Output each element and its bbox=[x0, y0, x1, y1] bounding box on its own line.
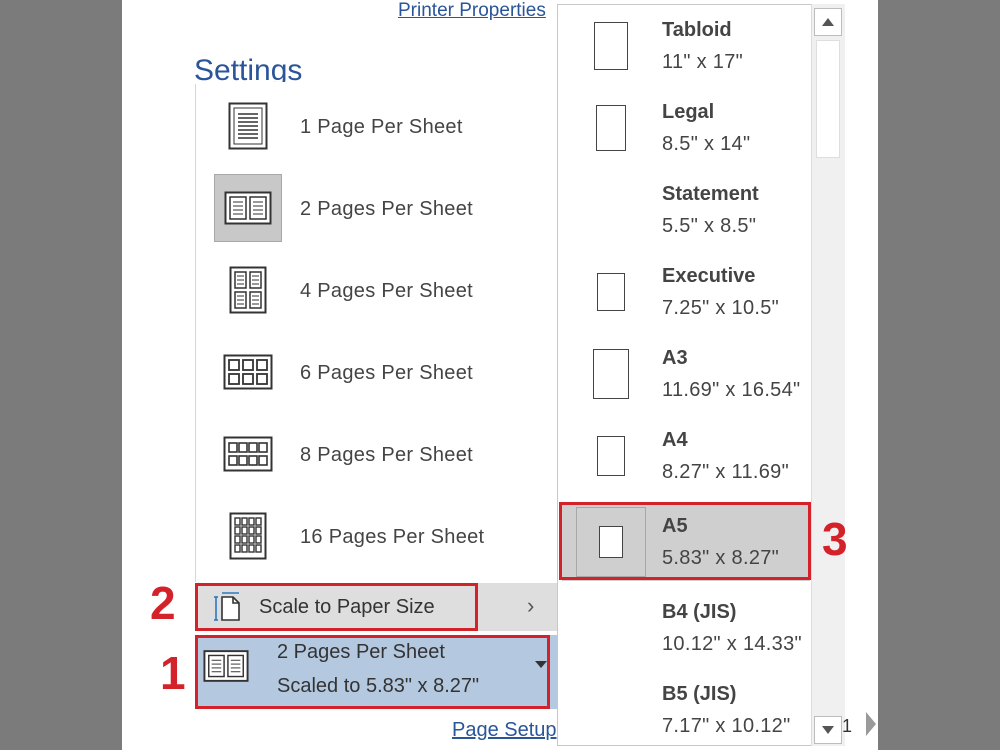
paper-dimensions: 8.27" x 11.69" bbox=[662, 461, 790, 483]
paper-name: Executive bbox=[662, 265, 756, 287]
paper-name: Statement bbox=[662, 183, 759, 205]
sixteen-pages-icon bbox=[214, 502, 282, 570]
menu-item-1-page-per-sheet[interactable]: 1 Page Per Sheet bbox=[196, 86, 558, 168]
paper-name: Legal bbox=[662, 101, 715, 123]
menu-item-16-pages-per-sheet[interactable]: 16 Pages Per Sheet bbox=[196, 496, 558, 578]
paper-name: A3 bbox=[662, 347, 688, 369]
scroll-down-button[interactable] bbox=[814, 716, 842, 744]
scrollbar-thumb[interactable] bbox=[816, 40, 840, 158]
paper-name: B4 (JIS) bbox=[662, 601, 737, 623]
paper-name: Tabloid bbox=[662, 19, 732, 41]
paper-name: B5 (JIS) bbox=[662, 683, 737, 705]
tabloid-page-icon bbox=[576, 9, 646, 83]
highlight-box-pages-per-sheet bbox=[195, 635, 550, 709]
legal-page-icon bbox=[576, 91, 646, 165]
paper-dimensions: 5.5" x 8.5" bbox=[662, 215, 757, 237]
scroll-up-button[interactable] bbox=[814, 8, 842, 36]
two-pages-icon bbox=[214, 174, 282, 242]
eight-pages-icon bbox=[214, 420, 282, 488]
paper-size-menu: Tabloid 11" x 17" Legal 8.5" x 14" State… bbox=[557, 4, 845, 746]
paper-item-b4-jis[interactable]: B4 (JIS) 10.12" x 14.33" bbox=[558, 587, 812, 669]
a3-page-icon bbox=[576, 337, 646, 411]
paper-item-statement[interactable]: Statement 5.5" x 8.5" bbox=[558, 169, 812, 251]
paper-item-b5-jis[interactable]: B5 (JIS) 7.17" x 10.12" bbox=[558, 669, 812, 745]
executive-page-icon bbox=[576, 255, 646, 329]
paper-dimensions: 11.69" x 16.54" bbox=[662, 379, 801, 401]
step-number-1: 1 bbox=[160, 647, 186, 699]
highlight-box-a5 bbox=[559, 502, 811, 580]
step-number-2: 2 bbox=[150, 577, 176, 629]
menu-item-label: 2 Pages Per Sheet bbox=[300, 198, 473, 220]
menu-item-6-pages-per-sheet[interactable]: 6 Pages Per Sheet bbox=[196, 332, 558, 414]
menu-item-label: 8 Pages Per Sheet bbox=[300, 444, 473, 466]
statement-page-icon bbox=[576, 173, 646, 247]
menu-item-label: 4 Pages Per Sheet bbox=[300, 280, 473, 302]
left-frame bbox=[0, 0, 122, 750]
menu-item-4-pages-per-sheet[interactable]: 4 Pages Per Sheet bbox=[196, 250, 558, 332]
paper-item-a3[interactable]: A3 11.69" x 16.54" bbox=[558, 333, 812, 415]
right-frame bbox=[878, 0, 1000, 750]
four-pages-icon bbox=[214, 256, 282, 324]
one-page-icon bbox=[214, 92, 282, 160]
menu-item-8-pages-per-sheet[interactable]: 8 Pages Per Sheet bbox=[196, 414, 558, 496]
paper-item-tabloid[interactable]: Tabloid 11" x 17" bbox=[558, 5, 812, 87]
b5-page-icon bbox=[576, 673, 646, 745]
menu-item-label: 6 Pages Per Sheet bbox=[300, 362, 473, 384]
paper-dimensions: 8.5" x 14" bbox=[662, 133, 751, 155]
b4-page-icon bbox=[576, 591, 646, 665]
settings-title: Settings bbox=[194, 54, 303, 82]
a4-page-icon bbox=[576, 419, 646, 493]
paper-dimensions: 7.25" x 10.5" bbox=[662, 297, 780, 319]
pages-per-sheet-menu: 1 Page Per Sheet 2 Pages Per Sheet 4 Pag… bbox=[195, 84, 557, 582]
paper-dimensions: 10.12" x 14.33" bbox=[662, 633, 802, 655]
arrow-up-icon bbox=[822, 18, 834, 26]
chevron-right-icon: › bbox=[527, 593, 535, 618]
paper-name: A4 bbox=[662, 429, 688, 451]
page-number: 1 bbox=[842, 716, 853, 736]
next-page-icon[interactable] bbox=[866, 712, 876, 736]
menu-item-label: 16 Pages Per Sheet bbox=[300, 526, 485, 548]
highlight-box-scale-to-paper-size bbox=[195, 583, 478, 631]
paper-item-legal[interactable]: Legal 8.5" x 14" bbox=[558, 87, 812, 169]
printer-properties-link[interactable]: Printer Properties bbox=[398, 0, 546, 22]
six-pages-icon bbox=[214, 338, 282, 406]
paper-dimensions: 11" x 17" bbox=[662, 51, 744, 73]
menu-item-label: 1 Page Per Sheet bbox=[300, 116, 463, 138]
step-number-3: 3 bbox=[822, 513, 848, 565]
menu-item-2-pages-per-sheet[interactable]: 2 Pages Per Sheet bbox=[196, 168, 558, 250]
paper-dimensions: 7.17" x 10.12" bbox=[662, 715, 791, 737]
paper-item-a4[interactable]: A4 8.27" x 11.69" bbox=[558, 415, 812, 497]
paper-item-executive[interactable]: Executive 7.25" x 10.5" bbox=[558, 251, 812, 333]
arrow-down-icon bbox=[822, 726, 834, 734]
page-setup-link[interactable]: Page Setup bbox=[452, 719, 557, 742]
